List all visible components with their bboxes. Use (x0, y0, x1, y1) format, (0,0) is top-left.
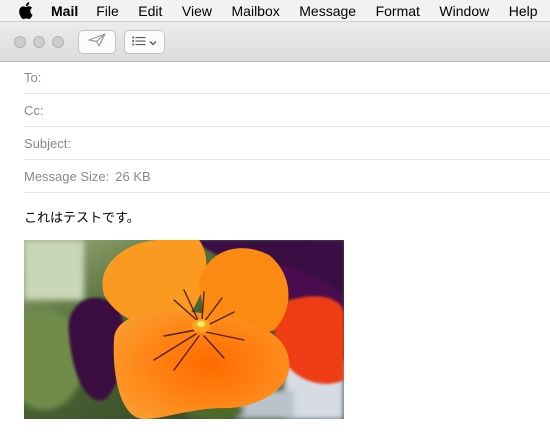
menu-window[interactable]: Window (439, 0, 489, 22)
menu-app-name[interactable]: Mail (51, 0, 78, 22)
menu-file[interactable]: File (96, 0, 119, 22)
menu-bar: Mail File Edit View Mailbox Message Form… (0, 0, 550, 22)
subject-label: Subject: (24, 135, 71, 151)
subject-field[interactable]: Subject: (24, 127, 550, 160)
menu-edit[interactable]: Edit (138, 0, 162, 22)
window-toolbar (0, 22, 550, 62)
apple-icon[interactable] (18, 2, 33, 19)
minimize-window-button[interactable] (33, 36, 45, 48)
message-body-text[interactable]: これはテストです。 (24, 207, 140, 226)
format-list-button[interactable] (124, 30, 165, 54)
menu-mailbox[interactable]: Mailbox (232, 0, 280, 22)
menu-view[interactable]: View (182, 0, 212, 22)
to-label: To: (24, 70, 42, 85)
message-size-label: Message Size: (24, 168, 110, 184)
to-field[interactable]: To: (24, 62, 550, 94)
send-button[interactable] (78, 30, 116, 54)
close-window-button[interactable] (14, 36, 26, 48)
paper-plane-icon (88, 32, 106, 52)
list-menu-icon (132, 33, 146, 51)
zoom-window-button[interactable] (52, 36, 64, 48)
chevron-down-icon (149, 33, 157, 51)
menu-help[interactable]: Help (509, 0, 538, 22)
cc-field[interactable]: Cc: (24, 94, 550, 127)
attached-flower-image[interactable] (24, 240, 344, 419)
menu-message[interactable]: Message (299, 0, 356, 22)
menu-format[interactable]: Format (376, 0, 420, 22)
cc-label: Cc: (24, 102, 44, 118)
message-size-value: 26 KB (115, 168, 151, 184)
message-size-row: Message Size: 26 KB (24, 160, 550, 193)
